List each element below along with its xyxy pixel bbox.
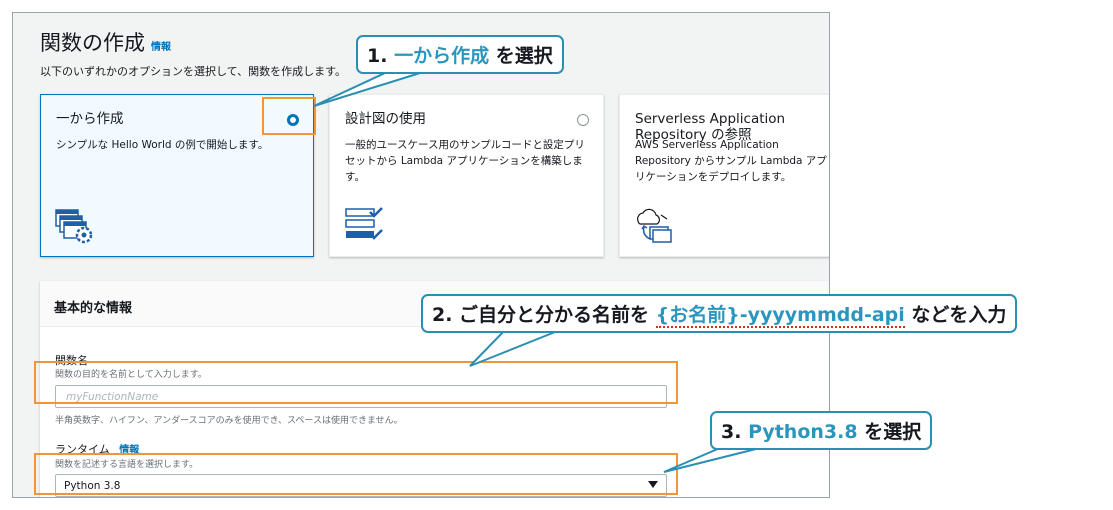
function-name-hint: 半角英数字、ハイフン、アンダースコアのみを使用でき、スペースは使用できません。 [55, 416, 403, 426]
option-description: シンプルな Hello World の例で開始します。 [56, 139, 269, 151]
option-use-blueprint[interactable]: 設計図の使用 一般的ユースケース用のサンプルコードと設定プリセットから Lamb… [329, 94, 604, 257]
option-title: 設計図の使用 [345, 111, 426, 127]
page-title: 関数の作成 情報 [40, 31, 171, 55]
cloud-deploy-icon [637, 208, 672, 243]
highlight-function-name-box [34, 361, 678, 404]
callout-step-3: 3. Python3.8 を選択 [710, 411, 933, 450]
highlight-radio-box [262, 97, 316, 135]
option-description: 一般的ユースケース用のサンプルコードと設定プリセットから Lambda アプリケ… [345, 139, 585, 183]
section-title: 基本的な情報 [54, 301, 133, 316]
blueprint-checklist-icon [345, 207, 383, 240]
callout-step-1: 1. 一から作成 を選択 [356, 35, 564, 74]
highlight-runtime-box [34, 453, 678, 495]
page-subtitle: 以下のいずれかのオプションを選択して、関数を作成します。 [40, 65, 347, 78]
create-function-panel: 関数の作成 情報 以下のいずれかのオプションを選択して、関数を作成します。 一から… [12, 12, 830, 498]
screenshot-stage: 関数の作成 情報 以下のいずれかのオプションを選択して、関数を作成します。 一から… [0, 0, 1113, 510]
callout-step-2: 2. ご自分と分かる名前を {お名前}-yyyymmdd-api などを入力 [421, 294, 1018, 333]
title-info-link[interactable]: 情報 [151, 42, 171, 53]
option-description: AWS Serverless Application Repository から… [635, 139, 827, 183]
option-title: 一から作成 [56, 111, 124, 127]
option-serverless-app-repository[interactable]: Serverless Application Repository の参照 AW… [619, 94, 829, 257]
option-radio[interactable] [577, 114, 589, 126]
function-gear-icon [55, 209, 93, 244]
